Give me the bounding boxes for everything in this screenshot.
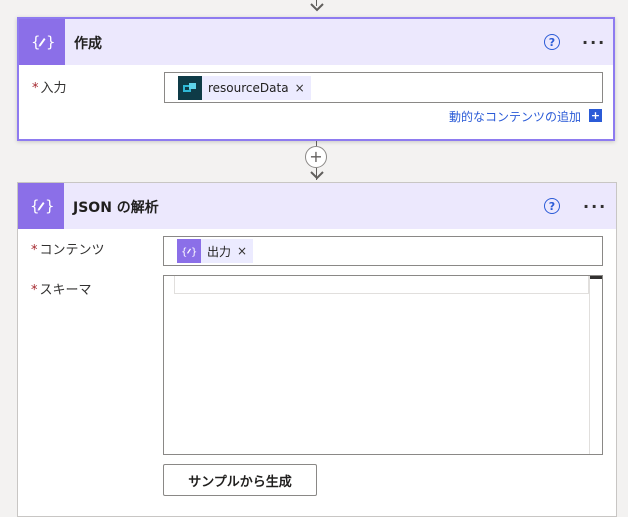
add-dynamic-content-link[interactable]: 動的なコンテンツの追加 [449, 108, 581, 125]
content-label: * コンテンツ [31, 243, 105, 258]
parse-json-action-card[interactable]: { } JSON の解析 ? ··· *コンテンツ { } 出力 × *ス [17, 182, 617, 517]
required-mark: * [31, 243, 38, 258]
add-dynamic-content-icon[interactable]: + [589, 109, 602, 122]
input-field[interactable]: resourceData × [164, 72, 603, 103]
compose-header[interactable]: { } 作成 ? ··· [19, 19, 613, 65]
compose-icon: { } [19, 19, 65, 65]
compose-title: 作成 [74, 36, 102, 52]
svg-text:{: { [181, 247, 187, 258]
editor-current-line [174, 276, 589, 294]
svg-text:}: } [191, 247, 197, 258]
parse-json-header[interactable]: { } JSON の解析 ? ··· [18, 183, 616, 229]
arrow-down-icon [310, 171, 324, 180]
arrow-down-icon [310, 3, 324, 12]
parse-json-title: JSON の解析 [73, 200, 159, 216]
schema-editor[interactable] [163, 275, 603, 455]
parse-json-icon: { } [18, 183, 64, 229]
editor-scrollbar[interactable] [589, 276, 602, 454]
input-label: * 入力 [32, 81, 67, 96]
content-field[interactable]: { } 出力 × [163, 236, 603, 266]
more-options-icon[interactable]: ··· [583, 197, 607, 216]
insert-step-button[interactable]: + [305, 146, 327, 168]
compose-output-icon: { } [177, 239, 201, 263]
help-icon[interactable]: ? [544, 34, 560, 50]
required-mark: * [32, 81, 39, 96]
azure-resource-icon [178, 76, 202, 100]
required-mark: * [31, 283, 38, 298]
generate-from-sample-button[interactable]: サンプルから生成 [163, 464, 317, 496]
token-remove-icon[interactable]: × [237, 244, 253, 258]
svg-text:{: { [30, 197, 40, 215]
svg-text:}: } [46, 33, 54, 51]
svg-text:{: { [31, 33, 41, 51]
more-options-icon[interactable]: ··· [582, 33, 606, 52]
resource-data-token[interactable]: resourceData × [178, 76, 311, 100]
help-icon[interactable]: ? [544, 198, 560, 214]
token-remove-icon[interactable]: × [295, 81, 311, 95]
token-label: resourceData [208, 81, 289, 95]
token-label: 出力 [207, 244, 232, 259]
compose-action-card[interactable]: { } 作成 ? ··· *入力 resourceData × 動的なコンテン [17, 17, 615, 141]
output-token[interactable]: { } 出力 × [177, 239, 254, 263]
svg-text:}: } [45, 197, 53, 215]
schema-label: * スキーマ [31, 283, 92, 298]
